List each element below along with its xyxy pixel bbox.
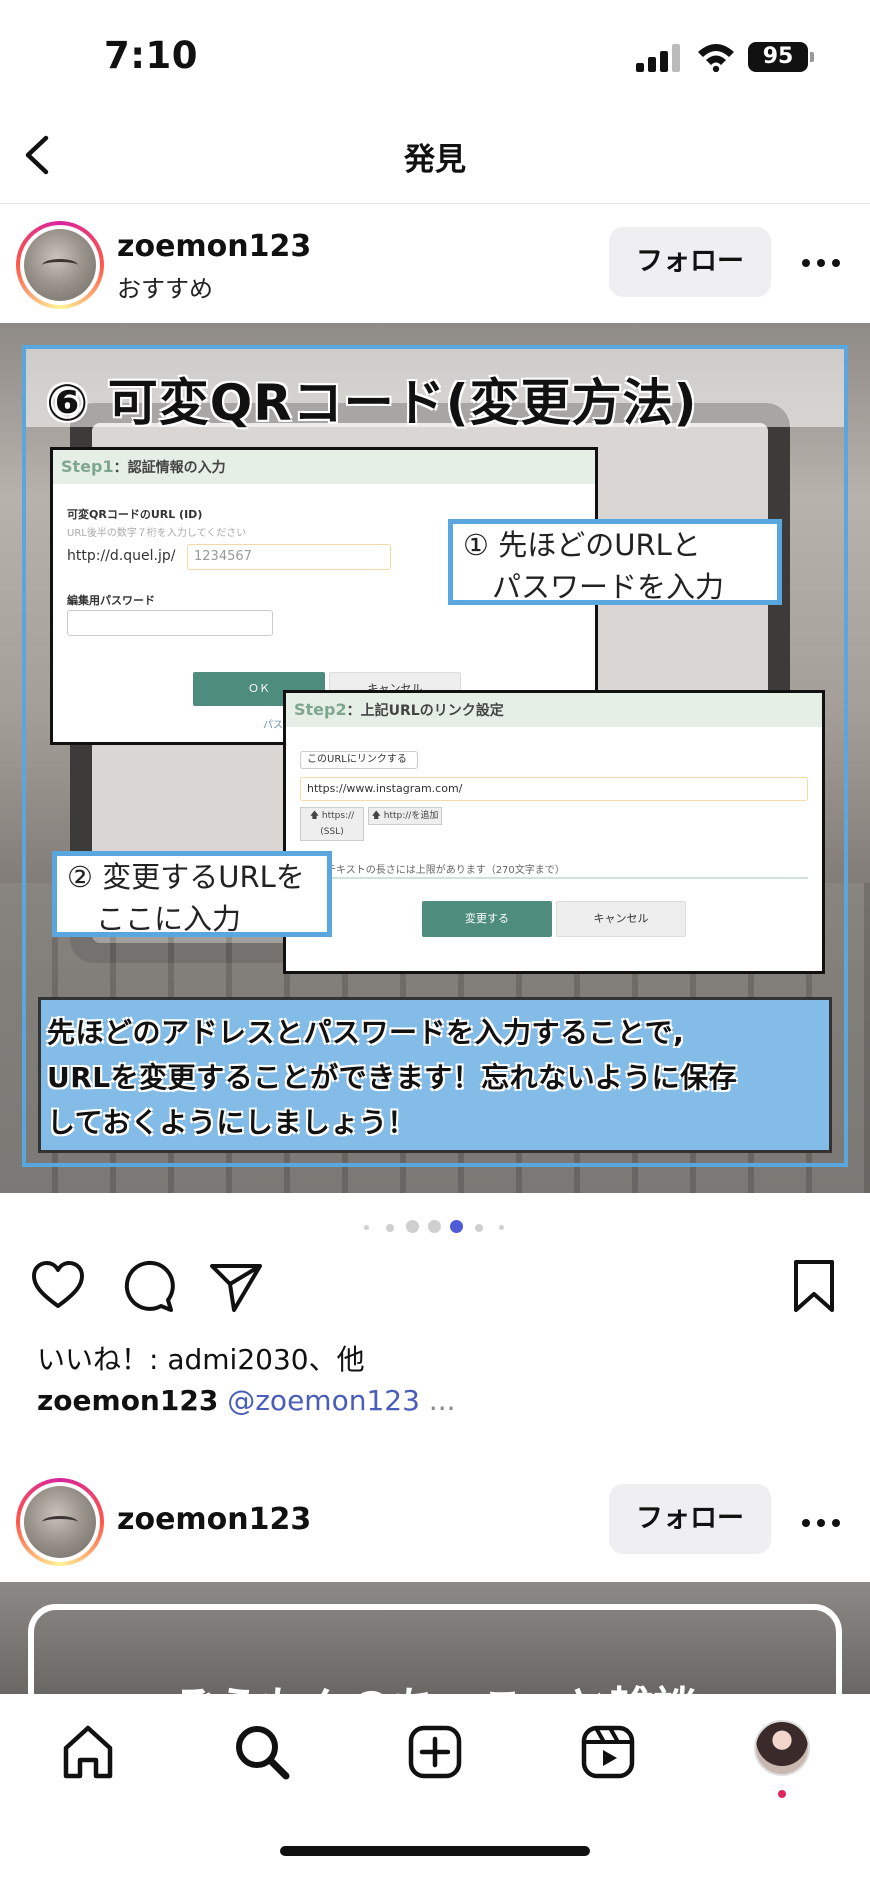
follow-button[interactable]: フォロー (609, 227, 771, 297)
carousel-dot (499, 1225, 504, 1230)
post-username[interactable]: zoemon123 (117, 1502, 311, 1537)
callout-2: ② 変更するURLを ここに入力 (52, 851, 332, 937)
post-header: zoemon123 おすすめ フォロー (0, 205, 870, 323)
likes-text[interactable]: いいね！: admi2030、他 (37, 1338, 365, 1378)
status-time: 7:10 (104, 34, 199, 77)
caption-more[interactable]: ... (420, 1384, 456, 1417)
carousel-dot (475, 1224, 483, 1232)
battery-icon: 95 (748, 42, 808, 72)
plus-square-icon[interactable] (405, 1722, 465, 1782)
image-caption-box: 先ほどのアドレスとパスワードを入力することで, URLを変更することができます！… (38, 997, 832, 1153)
carousel-dot (406, 1220, 419, 1233)
caption-username[interactable]: zoemon123 (37, 1384, 218, 1417)
post-header-2: zoemon123 フォロー (0, 1464, 870, 1582)
status-bar: 7:10 95 (0, 0, 870, 110)
carousel-dot (364, 1225, 369, 1230)
heart-icon[interactable] (30, 1258, 86, 1314)
home-indicator (280, 1846, 590, 1856)
image-headline: ⑥ 可変QRコード(変更方法) (46, 374, 698, 432)
nav-bar: 発見 (0, 110, 870, 204)
wifi-icon (698, 44, 734, 72)
post-username[interactable]: zoemon123 (117, 229, 311, 264)
carousel-dot (386, 1224, 394, 1232)
carousel-dot-active (450, 1220, 463, 1233)
page-title: 発見 (404, 142, 466, 178)
home-icon[interactable] (58, 1722, 118, 1782)
caption-mention[interactable]: @zoemon123 (227, 1384, 420, 1417)
cellular-signal-icon (636, 44, 680, 72)
post-subtitle: おすすめ (117, 275, 213, 303)
post-image-2[interactable]: ぞうもんのちょこっと雑談 (0, 1582, 870, 1694)
notification-dot (778, 1790, 786, 1798)
reels-icon[interactable] (578, 1722, 638, 1782)
step2-panel: Step2：上記URLのリンク設定 このURLにリンクする https://ww… (283, 690, 825, 974)
bottom-tab-bar (0, 1694, 870, 1882)
more-options-icon[interactable] (802, 259, 842, 269)
callout-1: ① 先ほどのURLと パスワードを入力 (448, 519, 782, 605)
avatar[interactable] (16, 1478, 104, 1566)
carousel-dot (428, 1220, 441, 1233)
more-options-icon[interactable] (802, 1519, 842, 1529)
search-icon[interactable] (232, 1722, 292, 1782)
carousel-indicator (0, 1220, 870, 1234)
post-actions (0, 1258, 870, 1318)
comment-icon[interactable] (120, 1258, 176, 1314)
post-caption[interactable]: zoemon123 @zoemon123 ... (37, 1384, 456, 1417)
follow-button[interactable]: フォロー (609, 1484, 771, 1554)
profile-avatar-tab[interactable] (754, 1720, 810, 1776)
send-icon[interactable] (208, 1258, 264, 1314)
avatar[interactable] (16, 221, 104, 309)
post-image[interactable]: ⑥ 可変QRコード(変更方法) Step1：認証情報の入力 可変QRコードのUR… (0, 323, 870, 1193)
post2-image-title: ぞうもんのちょこっと雑談 (0, 1672, 870, 1694)
battery-tip (810, 52, 814, 62)
bookmark-icon[interactable] (786, 1258, 842, 1314)
